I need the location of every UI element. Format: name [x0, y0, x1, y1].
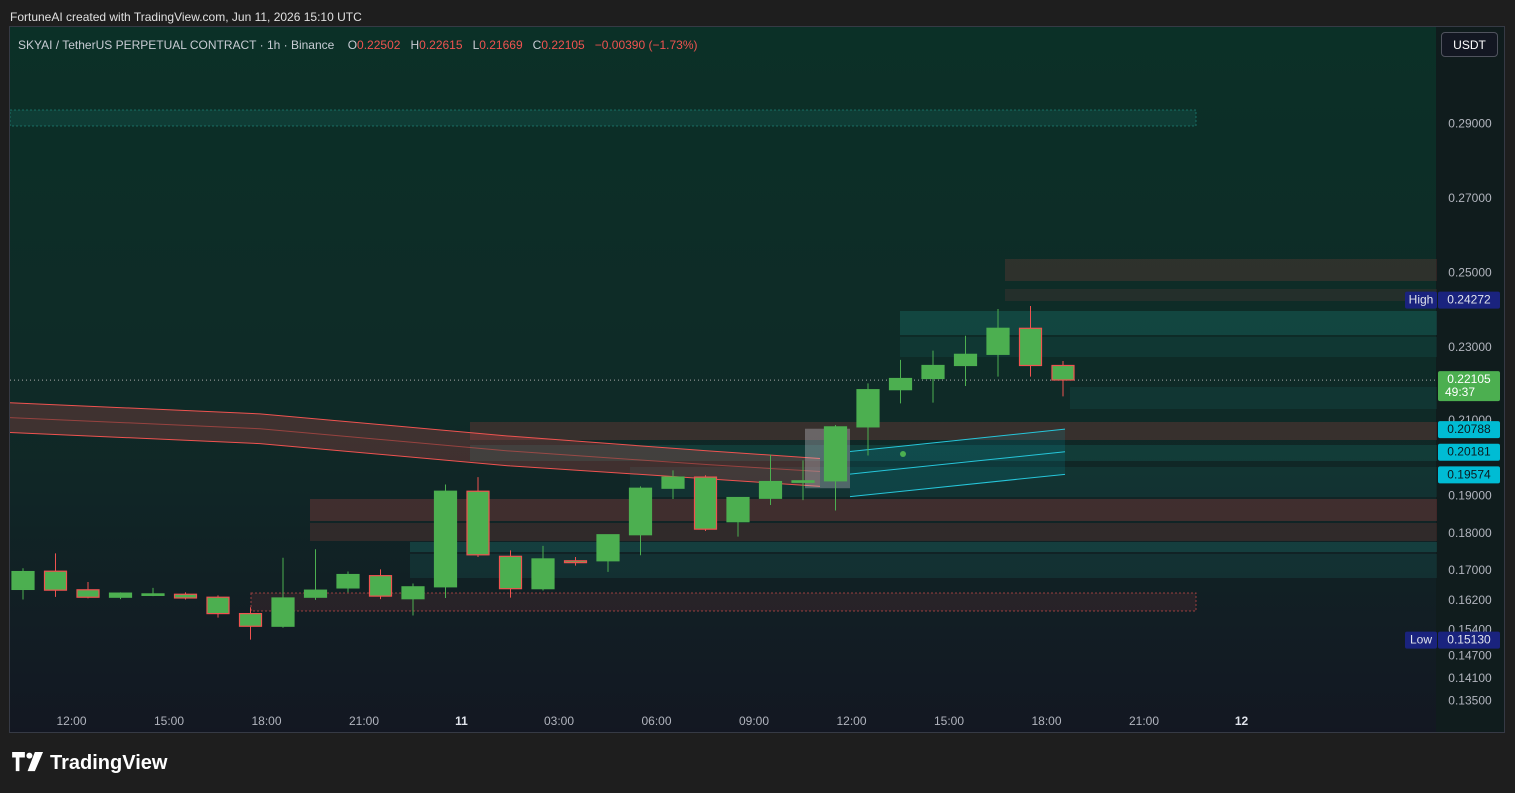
- low-value: 0.21669: [479, 38, 523, 52]
- chart-frame[interactable]: 0.310000.290000.270000.250000.230000.190…: [9, 26, 1505, 733]
- price-label-2: 0.20181: [1447, 445, 1491, 459]
- candle-body-29: [953, 353, 978, 367]
- candle-body-16: [531, 558, 555, 590]
- zone-1: [250, 592, 1197, 612]
- y-tick-label-7: 0.17000: [1448, 563, 1492, 577]
- candle-body-25: [823, 426, 848, 482]
- symbol-name: SKYAI / TetherUS PERPETUAL CONTRACT · 1h…: [18, 38, 335, 52]
- candle-body-10: [336, 573, 360, 589]
- y-tick-label-1: 0.29000: [1448, 117, 1492, 131]
- candle-body-1: [43, 570, 68, 591]
- candle-body-11: [368, 575, 393, 597]
- candle-body-14: [466, 490, 490, 556]
- candle-body-18: [596, 534, 620, 562]
- candle-body-12: [401, 586, 425, 600]
- close-value: 0.22105: [541, 38, 585, 52]
- tradingview-logo: TradingView: [12, 752, 167, 775]
- x-tick-label-6: 03:00: [544, 714, 574, 728]
- candle-body-13: [433, 490, 458, 588]
- zone-2: [1005, 259, 1437, 281]
- zone-11: [410, 542, 1437, 552]
- x-tick-label-12: 21:00: [1129, 714, 1159, 728]
- price-label-0: 0.22105: [1447, 372, 1491, 386]
- y-tick-label-11: 0.14100: [1448, 671, 1492, 685]
- signal-dot: [900, 451, 906, 458]
- candle-body-6: [206, 596, 230, 615]
- x-tick-label-8: 09:00: [739, 714, 769, 728]
- candle-body-2: [76, 589, 100, 598]
- low-tag: Low: [1410, 633, 1432, 647]
- candle-body-27: [888, 377, 913, 391]
- zone-4: [900, 311, 1437, 335]
- candle-body-15: [498, 555, 523, 590]
- open-value: 0.22502: [357, 38, 401, 52]
- change-value: −0.00390 (−1.73%): [594, 38, 698, 52]
- zone-5: [900, 337, 1437, 357]
- x-tick-label-7: 06:00: [641, 714, 671, 728]
- zone-0: [10, 109, 1197, 127]
- high-value: 0.24272: [1447, 293, 1491, 307]
- low-value: 0.15130: [1447, 633, 1491, 647]
- candle-body-24: [791, 480, 815, 483]
- candle-body-4: [141, 593, 165, 596]
- x-tick-label-13: 12: [1235, 714, 1249, 728]
- candle-body-23: [758, 480, 783, 499]
- price-chart[interactable]: 0.310000.290000.270000.250000.230000.190…: [10, 27, 1505, 733]
- candle-body-0: [11, 570, 35, 591]
- candle-body-32: [1051, 364, 1075, 381]
- candle-body-8: [271, 597, 295, 627]
- y-tick-label-6: 0.18000: [1448, 526, 1492, 540]
- price-label-3: 0.19574: [1447, 467, 1491, 481]
- candle-body-9: [303, 589, 328, 598]
- x-tick-label-11: 18:00: [1031, 714, 1061, 728]
- tradingview-wordmark: TradingView: [50, 752, 168, 774]
- zone-3: [1005, 289, 1437, 301]
- x-tick-label-4: 21:00: [349, 714, 379, 728]
- x-tick-label-10: 15:00: [934, 714, 964, 728]
- candle-body-30: [986, 327, 1010, 355]
- candle-body-19: [628, 487, 653, 536]
- tradingview-logo-icon: [12, 752, 44, 772]
- x-tick-label-9: 12:00: [836, 714, 866, 728]
- candle-body-7: [238, 612, 263, 627]
- y-tick-label-5: 0.19000: [1448, 489, 1492, 503]
- candle-body-28: [921, 364, 945, 380]
- x-tick-label-3: 18:00: [251, 714, 281, 728]
- y-tick-label-4: 0.23000: [1448, 340, 1492, 354]
- price-label-1: 0.20788: [1447, 422, 1491, 436]
- chart-credit: FortuneAI created with TradingView.com, …: [10, 10, 362, 24]
- high-value: 0.22615: [419, 38, 463, 52]
- y-tick-label-12: 0.13500: [1448, 693, 1492, 707]
- candle-body-22: [726, 496, 750, 523]
- symbol-legend[interactable]: SKYAI / TetherUS PERPETUAL CONTRACT · 1h…: [18, 38, 698, 52]
- y-tick-label-10: 0.14700: [1448, 649, 1492, 663]
- y-tick-label-3: 0.25000: [1448, 265, 1492, 279]
- candle-body-20: [661, 476, 685, 489]
- candle-body-3: [108, 592, 133, 598]
- x-tick-label-2: 15:00: [154, 714, 184, 728]
- price-label-countdown: 49:37: [1445, 385, 1475, 399]
- zone-12: [410, 554, 1437, 578]
- candle-body-31: [1018, 327, 1043, 367]
- zone-6: [470, 422, 1437, 440]
- x-tick-label-5: 11: [455, 714, 468, 728]
- y-tick-label-8: 0.16200: [1448, 593, 1492, 607]
- candle-body-5: [173, 593, 198, 599]
- candle-body-17: [563, 560, 588, 564]
- zone-13: [1070, 387, 1437, 409]
- currency-button[interactable]: USDT: [1441, 32, 1498, 57]
- y-tick-label-2: 0.27000: [1448, 191, 1492, 205]
- high-label: H: [410, 38, 420, 52]
- candle-body-26: [856, 389, 880, 428]
- high-tag: High: [1409, 293, 1434, 307]
- candle-body-21: [693, 476, 718, 530]
- x-tick-label-1: 12:00: [56, 714, 86, 728]
- open-label: O: [347, 38, 358, 52]
